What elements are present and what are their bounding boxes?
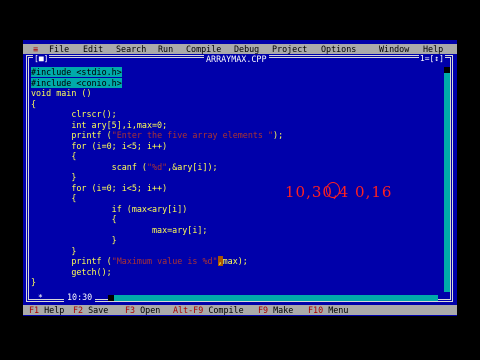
modified-indicator: * [38, 293, 43, 302]
code-text: max); [222, 256, 248, 266]
code-line[interactable]: scanf ("%d",&ary[i]); [31, 162, 283, 173]
fkey-make[interactable]: F9 Make [258, 305, 293, 315]
vertical-scroll-thumb[interactable] [444, 67, 450, 73]
code-line[interactable]: { [31, 151, 283, 162]
fkey-help[interactable]: F1 Help [29, 305, 64, 315]
horizontal-scroll-thumb[interactable] [108, 295, 114, 301]
code-line[interactable]: void main () [31, 88, 283, 99]
code-line[interactable]: printf ("Enter the five array elements "… [31, 130, 283, 141]
menu-window[interactable]: Window [379, 44, 409, 54]
ide-screen: ≡ File Edit Search Run Compile Debug Pro… [23, 40, 457, 316]
code-line[interactable]: #include <stdio.h> [31, 67, 283, 78]
menu-edit[interactable]: Edit [83, 44, 103, 54]
code-line[interactable]: { [31, 193, 283, 204]
code-text: { [31, 193, 77, 203]
menu-run[interactable]: Run [158, 44, 173, 54]
code-line[interactable]: } [31, 246, 283, 257]
code-line[interactable]: #include <conio.h> [31, 77, 283, 89]
code-text: ); [273, 130, 284, 140]
string-literal: "Enter the five array elements " [111, 130, 274, 140]
code-text: max=ary[i]; [31, 224, 208, 235]
menu-search[interactable]: Search [116, 44, 146, 54]
editor-title-bar: [■] ARRAYMAX.CPP 1=[↕] [23, 54, 457, 64]
code-line[interactable]: int ary[5],i,max=0; [31, 120, 283, 131]
menu-options[interactable]: Options [321, 44, 356, 54]
code-text: { [31, 214, 117, 224]
menu-help[interactable]: Help [423, 44, 443, 54]
string-literal: "Maximum value is %d" [111, 256, 218, 266]
horizontal-scrollbar[interactable] [108, 295, 438, 301]
code-text: printf ( [31, 256, 112, 266]
code-text: } [31, 245, 77, 256]
code-text: ,&ary[i]); [167, 161, 218, 172]
vertical-scrollbar[interactable] [444, 67, 450, 292]
code-line[interactable]: for (i=0; i<5; i++) [31, 183, 283, 194]
window-number-zoom[interactable]: 1=[↕] [418, 54, 445, 64]
code-text: { [31, 151, 77, 161]
code-editor[interactable]: #include <stdio.h> #include <conio.h> void… [31, 67, 283, 288]
code-line[interactable]: for (i=0; i<5; i++) [31, 141, 283, 152]
menu-bar: ≡ File Edit Search Run Compile Debug Pro… [23, 44, 457, 54]
include-directive: #include <stdio.h> [31, 67, 122, 77]
menu-compile[interactable]: Compile [186, 44, 221, 54]
fkey-menu[interactable]: F10 Menu [308, 305, 348, 315]
system-menu-icon[interactable]: ≡ [33, 44, 38, 54]
window-title: ARRAYMAX.CPP [204, 54, 269, 64]
menu-file[interactable]: File [49, 44, 69, 54]
code-text: void main () [31, 88, 92, 98]
menu-debug[interactable]: Debug [234, 44, 259, 54]
function-key-bar: F1 Help F2 Save F3 Open Alt-F9 Compile F… [23, 305, 457, 315]
code-line[interactable]: max=ary[i]; [31, 225, 283, 236]
code-text: getch(); [31, 266, 112, 277]
menu-project[interactable]: Project [272, 44, 307, 54]
code-line[interactable]: if (max<ary[i]) [31, 204, 283, 215]
editor-status-bar: * 10:30 [26, 293, 453, 302]
code-text: printf ( [31, 130, 112, 140]
code-text: clrscr(); [31, 109, 117, 119]
code-text: scanf ( [31, 161, 147, 172]
code-text: } [31, 172, 77, 182]
code-line[interactable]: } [31, 235, 283, 246]
string-literal: "%d" [146, 161, 168, 172]
code-line[interactable]: } [31, 277, 283, 288]
code-line[interactable]: } [31, 172, 283, 183]
code-line[interactable]: printf ("Maximum value is %d",max); [31, 256, 283, 267]
code-text: } [31, 235, 117, 245]
code-line[interactable]: getch(); [31, 267, 283, 278]
code-line[interactable]: { [31, 214, 283, 225]
code-text: { [31, 98, 37, 109]
code-text: int ary[5],i,max=0; [31, 119, 168, 130]
close-box-icon[interactable]: [■] [33, 54, 50, 64]
annotation-circle [326, 182, 340, 198]
code-text: for (i=0; i<5; i++) [31, 140, 168, 151]
fkey-open[interactable]: F3 Open [125, 305, 160, 315]
fkey-compile[interactable]: Alt-F9 Compile [173, 305, 244, 315]
fkey-save[interactable]: F2 Save [73, 305, 108, 315]
code-line[interactable]: { [31, 99, 283, 110]
include-directive: #include <conio.h> [31, 77, 122, 88]
code-line[interactable]: clrscr(); [31, 109, 283, 120]
code-text: for (i=0; i<5; i++) [31, 182, 168, 193]
code-text: if (max<ary[i]) [31, 203, 188, 214]
code-text: } [31, 277, 37, 287]
cursor-position: 10:30 [64, 293, 96, 302]
